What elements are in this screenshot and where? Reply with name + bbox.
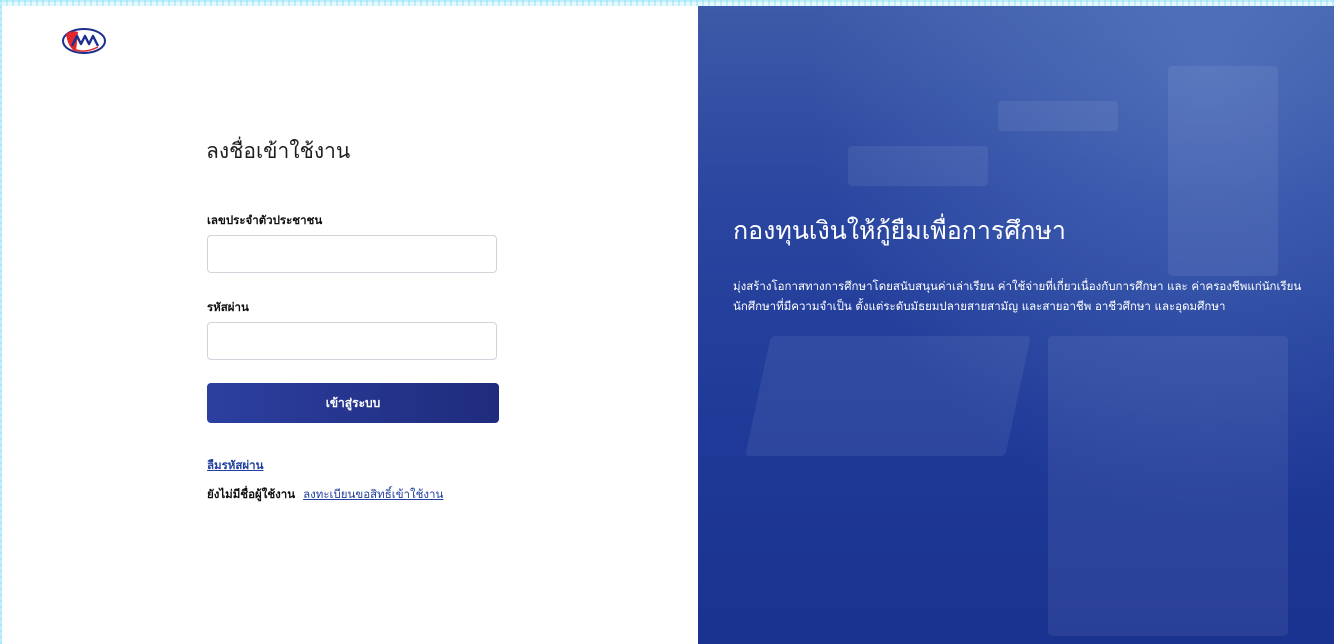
register-row: ยังไม่มีชื่อผู้ใช้งาน ลงทะเบียนขอสิทธิ์เ… (207, 486, 443, 504)
id-card-input[interactable] (207, 235, 497, 273)
id-card-label: เลขประจำตัวประชาชน (207, 213, 323, 227)
hero-description: มุ่งสร้างโอกาสทางการศึกษาโดยสนับสนุนค่าเ… (733, 279, 1302, 313)
hero-panel: กองทุนเงินให้กู้ยืมเพื่อการศึกษา มุ่งสร้… (698, 6, 1334, 644)
classroom-chair-image (1048, 336, 1288, 636)
hero-title: กองทุนเงินให้กู้ยืมเพื่อการศึกษา (733, 216, 1066, 245)
classroom-chair-image (1168, 66, 1278, 276)
page-title: ลงชื่อเข้าใช้งาน (206, 139, 351, 163)
forgot-password-link[interactable]: ลืมรหัสผ่าน (207, 457, 263, 475)
password-input[interactable] (207, 322, 497, 360)
classroom-desk-image (998, 101, 1118, 131)
password-label: รหัสผ่าน (207, 300, 249, 314)
register-link[interactable]: ลงทะเบียนขอสิทธิ์เข้าใช้งาน (303, 487, 443, 501)
classroom-desk-image (745, 336, 1031, 456)
classroom-desk-image (848, 146, 988, 186)
kyf-logo-icon[interactable] (60, 26, 108, 56)
login-button[interactable]: เข้าสู่ระบบ (207, 383, 499, 423)
no-account-text: ยังไม่มีชื่อผู้ใช้งาน (207, 487, 296, 501)
